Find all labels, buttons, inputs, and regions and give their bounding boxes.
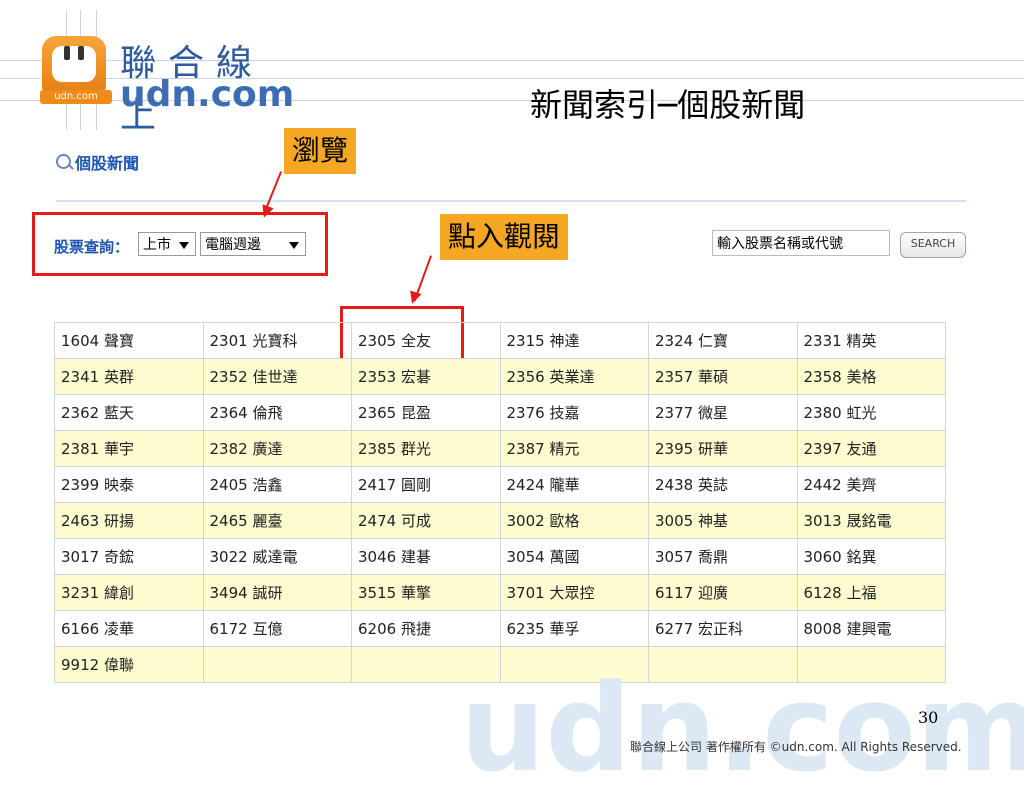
stock-link[interactable]: 1604 聲寶 [54,322,204,359]
stock-link[interactable]: 2405 浩鑫 [202,466,352,503]
stock-link[interactable]: 2364 倫飛 [202,394,352,431]
stock-link[interactable]: 2352 佳世達 [202,358,352,395]
stock-link[interactable]: 2315 神達 [499,322,649,359]
stock-link[interactable]: 2424 隴華 [499,466,649,503]
stock-table: 1604 聲寶 2301 光寶科 2305 全友 2315 神達 2324 仁寶 2331… [54,322,946,683]
stock-link[interactable]: 2301 光寶科 [202,322,352,359]
logo-badge: udn.com [40,90,112,104]
stock-link[interactable]: 6128 上福 [796,574,946,611]
stock-link[interactable]: 3054 萬國 [499,538,649,575]
stock-link[interactable]: 2417 圓剛 [351,466,501,503]
stock-link[interactable]: 9912 偉聯 [54,646,204,683]
stock-search-input[interactable] [712,230,890,256]
stock-link[interactable]: 3002 歐格 [499,502,649,539]
stock-link[interactable]: 6117 迎廣 [648,574,798,611]
market-select[interactable]: 上市 [138,232,196,256]
stock-link[interactable]: 2365 昆盈 [351,394,501,431]
stock-link[interactable]: 6172 互億 [202,610,352,647]
table-row: 3017 奇鋐 3022 威達電 3046 建碁 3054 萬國 3057 喬鼎 3060… [54,538,946,575]
stock-link[interactable]: 2376 技嘉 [499,394,649,431]
stock-link[interactable]: 2324 仁寶 [648,322,798,359]
stock-link[interactable]: 2385 群光 [351,430,501,467]
stock-link[interactable]: 2356 英業達 [499,358,649,395]
slide-title: 新聞索引─個股新聞 [530,86,806,124]
stock-link[interactable]: 6206 飛捷 [351,610,501,647]
stock-link[interactable]: 2377 微星 [648,394,798,431]
stock-link[interactable]: 2474 可成 [351,502,501,539]
stock-link[interactable]: 3013 晟銘電 [796,502,946,539]
breadcrumb-label: 個股新聞 [75,154,140,173]
stock-link[interactable]: 3515 華擎 [351,574,501,611]
empty-cell [202,646,352,683]
stock-link[interactable]: 2395 研華 [648,430,798,467]
table-row: 2381 華宇 2382 廣達 2385 群光 2387 精元 2395 研華 2397 … [54,430,946,467]
category-select-value: 電腦週邊 [205,237,261,253]
stock-link[interactable]: 2463 研揚 [54,502,204,539]
callout-click: 點入觀閱 [440,214,569,260]
stock-link[interactable]: 2341 英群 [54,358,204,395]
stock-link[interactable]: 2362 藍天 [54,394,204,431]
breadcrumb[interactable]: 個股新聞 [56,150,139,174]
stock-link[interactable]: 3057 喬鼎 [648,538,798,575]
stock-link[interactable]: 3046 建碁 [351,538,501,575]
table-row: 3231 緯創 3494 誠研 3515 華擎 3701 大眾控 6117 迎廣 6128… [54,574,946,611]
stock-link[interactable]: 2397 友通 [796,430,946,467]
logo-english-text: udn.com [120,74,295,115]
callout-browse: 瀏覽 [284,128,357,174]
stock-link[interactable]: 2438 英誌 [648,466,798,503]
stock-link[interactable]: 2358 美格 [796,358,946,395]
stock-link[interactable]: 2380 虹光 [796,394,946,431]
stock-link[interactable]: 3060 銘異 [796,538,946,575]
stock-link[interactable]: 3005 神基 [648,502,798,539]
table-row: 2362 藍天 2364 倫飛 2365 昆盈 2376 技嘉 2377 微星 2380 … [54,394,946,431]
search-button[interactable]: SEARCH [900,232,966,258]
divider [56,200,966,202]
stock-link[interactable]: 2305 全友 [351,322,501,359]
stock-link[interactable]: 6235 華孚 [499,610,649,647]
stock-link[interactable]: 2357 華碩 [648,358,798,395]
market-select-value: 上市 [143,237,171,253]
table-row: 6166 凌華 6172 互億 6206 飛捷 6235 華孚 6277 宏正科 8008… [54,610,946,647]
chevron-down-icon [179,242,189,249]
stock-link[interactable]: 2353 宏碁 [351,358,501,395]
stock-link[interactable]: 2399 映泰 [54,466,204,503]
stock-link[interactable]: 2465 麗臺 [202,502,352,539]
magnifier-icon [56,154,71,169]
table-row: 2399 映泰 2405 浩鑫 2417 圓剛 2424 隴華 2438 英誌 2442 … [54,466,946,503]
stock-link[interactable]: 6277 宏正科 [648,610,798,647]
copyright-footer: 聯合線上公司 著作權所有 ©udn.com. All Rights Reserv… [630,740,962,754]
stock-link[interactable]: 8008 建興電 [796,610,946,647]
table-row: 2341 英群 2352 佳世達 2353 宏碁 2356 英業達 2357 華碩 235… [54,358,946,395]
stock-link[interactable]: 2442 美齊 [796,466,946,503]
category-select[interactable]: 電腦週邊 [200,232,306,256]
table-row: 1604 聲寶 2301 光寶科 2305 全友 2315 神達 2324 仁寶 2331… [54,322,946,359]
watermark: udn.com [460,660,1024,799]
stock-query-label: 股票查詢： [54,238,130,256]
stock-link[interactable]: 2382 廣達 [202,430,352,467]
stock-link[interactable]: 3494 誠研 [202,574,352,611]
stock-link[interactable]: 2387 精元 [499,430,649,467]
stock-link[interactable]: 2381 華宇 [54,430,204,467]
stock-link[interactable]: 3017 奇鋐 [54,538,204,575]
udn-logo: udn.com 聯合線上 udn.com [40,34,310,136]
stock-link[interactable]: 3231 緯創 [54,574,204,611]
table-row: 2463 研揚 2465 麗臺 2474 可成 3002 歐格 3005 神基 3013 … [54,502,946,539]
stock-link[interactable]: 2331 精英 [796,322,946,359]
chevron-down-icon [289,242,299,249]
stock-link[interactable]: 3022 威達電 [202,538,352,575]
stock-link[interactable]: 6166 凌華 [54,610,204,647]
page-number: 30 [918,708,939,727]
stock-link[interactable]: 3701 大眾控 [499,574,649,611]
